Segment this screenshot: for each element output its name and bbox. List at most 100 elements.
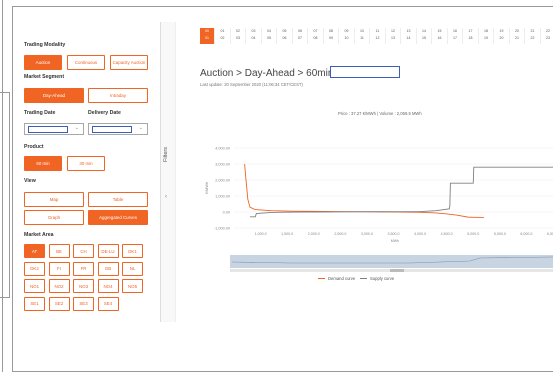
- delivery-date-field-focus: [92, 126, 132, 133]
- market-area-button-no2[interactable]: NO2: [48, 279, 70, 293]
- x-tick-label: 2,000.0: [308, 232, 320, 236]
- market-area-button-at[interactable]: AT: [24, 244, 45, 258]
- market-area-button-se2[interactable]: SE2: [48, 296, 70, 311]
- trading-modality-continuous-button[interactable]: Continuous: [67, 55, 105, 70]
- hour-start: 13: [406, 29, 411, 33]
- delivery-date-input[interactable]: ⌄: [88, 123, 148, 135]
- hour-cell-22[interactable]: 22 23: [541, 28, 553, 44]
- hour-cell-07[interactable]: 07 08: [309, 28, 324, 44]
- hour-cell-10[interactable]: 10 11: [355, 28, 370, 44]
- market-area-button-dk1[interactable]: DK1: [122, 244, 143, 258]
- market-area-button-no5[interactable]: NO5: [122, 279, 143, 293]
- aggregated-curves-chart: 4,000.00 3,000.00 2,000.00 1,000.00 0.00 -1,0…: [205, 146, 553, 272]
- hour-end: 05: [267, 36, 271, 40]
- hour-cell-15[interactable]: 15 16: [433, 28, 448, 44]
- hour-cell-18[interactable]: 18 19: [479, 28, 494, 44]
- range-navigator[interactable]: [230, 255, 553, 268]
- hour-end: 02: [220, 36, 225, 40]
- market-area-button-dk2[interactable]: DK2: [24, 261, 45, 276]
- hour-end: 15: [422, 36, 426, 40]
- y-tick-label: 3,000.00: [215, 162, 230, 166]
- breadcrumb-input[interactable]: [330, 66, 400, 78]
- view-label: View: [24, 178, 36, 184]
- legend-supply-label: Supply curve: [370, 276, 395, 281]
- market-area-button-no3[interactable]: NO3: [73, 279, 94, 293]
- hour-end: 22: [530, 36, 535, 40]
- x-tick-label: 6,000.0: [520, 232, 532, 236]
- filters-toggle-strip[interactable]: Filters ‹: [160, 22, 176, 322]
- market-area-button-fi[interactable]: FI: [48, 261, 70, 276]
- hour-end: 17: [453, 36, 457, 40]
- hour-cell-12[interactable]: 12 13: [386, 28, 401, 44]
- hour-start: 11: [375, 29, 380, 33]
- hour-cell-02[interactable]: 02 03: [231, 28, 246, 44]
- hour-cell-09[interactable]: 09 10: [340, 28, 355, 44]
- product-60min-button[interactable]: 60 min: [24, 156, 62, 171]
- filters-label: Filters: [163, 147, 169, 162]
- delivery-date-label: Delivery Date: [88, 110, 121, 116]
- market-segment-label: Market Segment: [24, 74, 65, 80]
- hour-cell-04[interactable]: 04 05: [262, 28, 277, 44]
- view-table-button[interactable]: Table: [88, 192, 148, 207]
- hour-cell-08[interactable]: 08 09: [324, 28, 339, 44]
- market-area-button-gb[interactable]: GB: [97, 261, 119, 276]
- market-area-button-se4[interactable]: SE4: [97, 296, 119, 311]
- hour-start: 10: [360, 29, 364, 33]
- hour-cell-14[interactable]: 14 15: [417, 28, 432, 44]
- view-map-button[interactable]: Map: [24, 192, 84, 207]
- hour-cell-03[interactable]: 03 04: [247, 28, 262, 44]
- legend-demand[interactable]: Demand curve: [318, 276, 355, 281]
- hour-cell-20[interactable]: 20 21: [510, 28, 525, 44]
- view-graph-button[interactable]: Graph: [24, 210, 84, 225]
- y-tick-label: 2,000.00: [215, 178, 230, 182]
- demand-swatch: [318, 277, 325, 280]
- market-area-button-se3[interactable]: SE3: [73, 296, 94, 311]
- trading-modality-capacity-auction-button[interactable]: Capacity Auction: [110, 55, 148, 70]
- hour-cell-17[interactable]: 17 18: [464, 28, 479, 44]
- hour-cell-13[interactable]: 13 14: [402, 28, 417, 44]
- hour-start: 12: [391, 29, 395, 33]
- product-30min-button[interactable]: 30 min: [67, 156, 105, 171]
- market-area-button-no4[interactable]: NO4: [97, 279, 119, 293]
- hour-cell-11[interactable]: 11 12: [371, 28, 386, 44]
- legend-supply[interactable]: Supply curve: [360, 276, 394, 281]
- hour-cell-21[interactable]: 21 22: [526, 28, 541, 44]
- hour-cell-19[interactable]: 19 20: [495, 28, 510, 44]
- chevron-down-icon: ⌄: [138, 125, 143, 131]
- y-axis-label: €/MWh: [205, 182, 209, 194]
- hour-start: 09: [344, 29, 349, 33]
- trading-modality-auction-button[interactable]: Auction: [24, 55, 62, 70]
- market-segment-day-ahead-button[interactable]: Day-Ahead: [24, 88, 84, 103]
- hour-end: 04: [251, 36, 256, 40]
- view-aggregated-curves-button[interactable]: Aggregated Curves: [88, 210, 148, 225]
- hour-cell-16[interactable]: 16 17: [448, 28, 463, 44]
- market-area-button-se1[interactable]: SE1: [24, 296, 45, 311]
- x-tick-label: 6,500.0: [547, 232, 553, 236]
- market-segment-intraday-button[interactable]: Intraday: [88, 88, 148, 103]
- x-tick-label: 1,000.0: [255, 232, 267, 236]
- x-tick-label: 4,500.0: [441, 232, 453, 236]
- hour-start: 03: [251, 29, 256, 33]
- market-area-button-de-lu[interactable]: DE-LU: [97, 244, 119, 258]
- hour-cell-06[interactable]: 06 07: [293, 28, 308, 44]
- x-tick-label: 3,000.0: [361, 232, 373, 236]
- hour-start: 19: [499, 29, 504, 33]
- market-area-button-ch[interactable]: CH: [73, 244, 94, 258]
- hour-cell-01[interactable]: 01 02: [216, 28, 231, 44]
- hour-start: 17: [468, 29, 473, 33]
- hour-end: 11: [360, 36, 364, 40]
- trading-date-input[interactable]: ⌄: [24, 123, 84, 135]
- hour-start: 05: [282, 29, 287, 33]
- last-update-text: Last update: 20 September 2020 (11:06:34…: [200, 82, 303, 87]
- navigator-scroll-handle[interactable]: [390, 269, 404, 272]
- x-tick-label: 3,500.0: [388, 232, 400, 236]
- hour-cell-00[interactable]: 00 01: [200, 28, 215, 44]
- market-area-button-nl[interactable]: NL: [122, 261, 143, 276]
- market-area-button-no1[interactable]: NO1: [24, 279, 45, 293]
- hour-end: 03: [236, 36, 240, 40]
- y-tick-label: -1,000.00: [214, 226, 230, 230]
- hour-cell-05[interactable]: 05 06: [278, 28, 293, 44]
- hour-start: 14: [422, 29, 426, 33]
- market-area-button-fr[interactable]: FR: [73, 261, 94, 276]
- market-area-button-be[interactable]: BE: [48, 244, 70, 258]
